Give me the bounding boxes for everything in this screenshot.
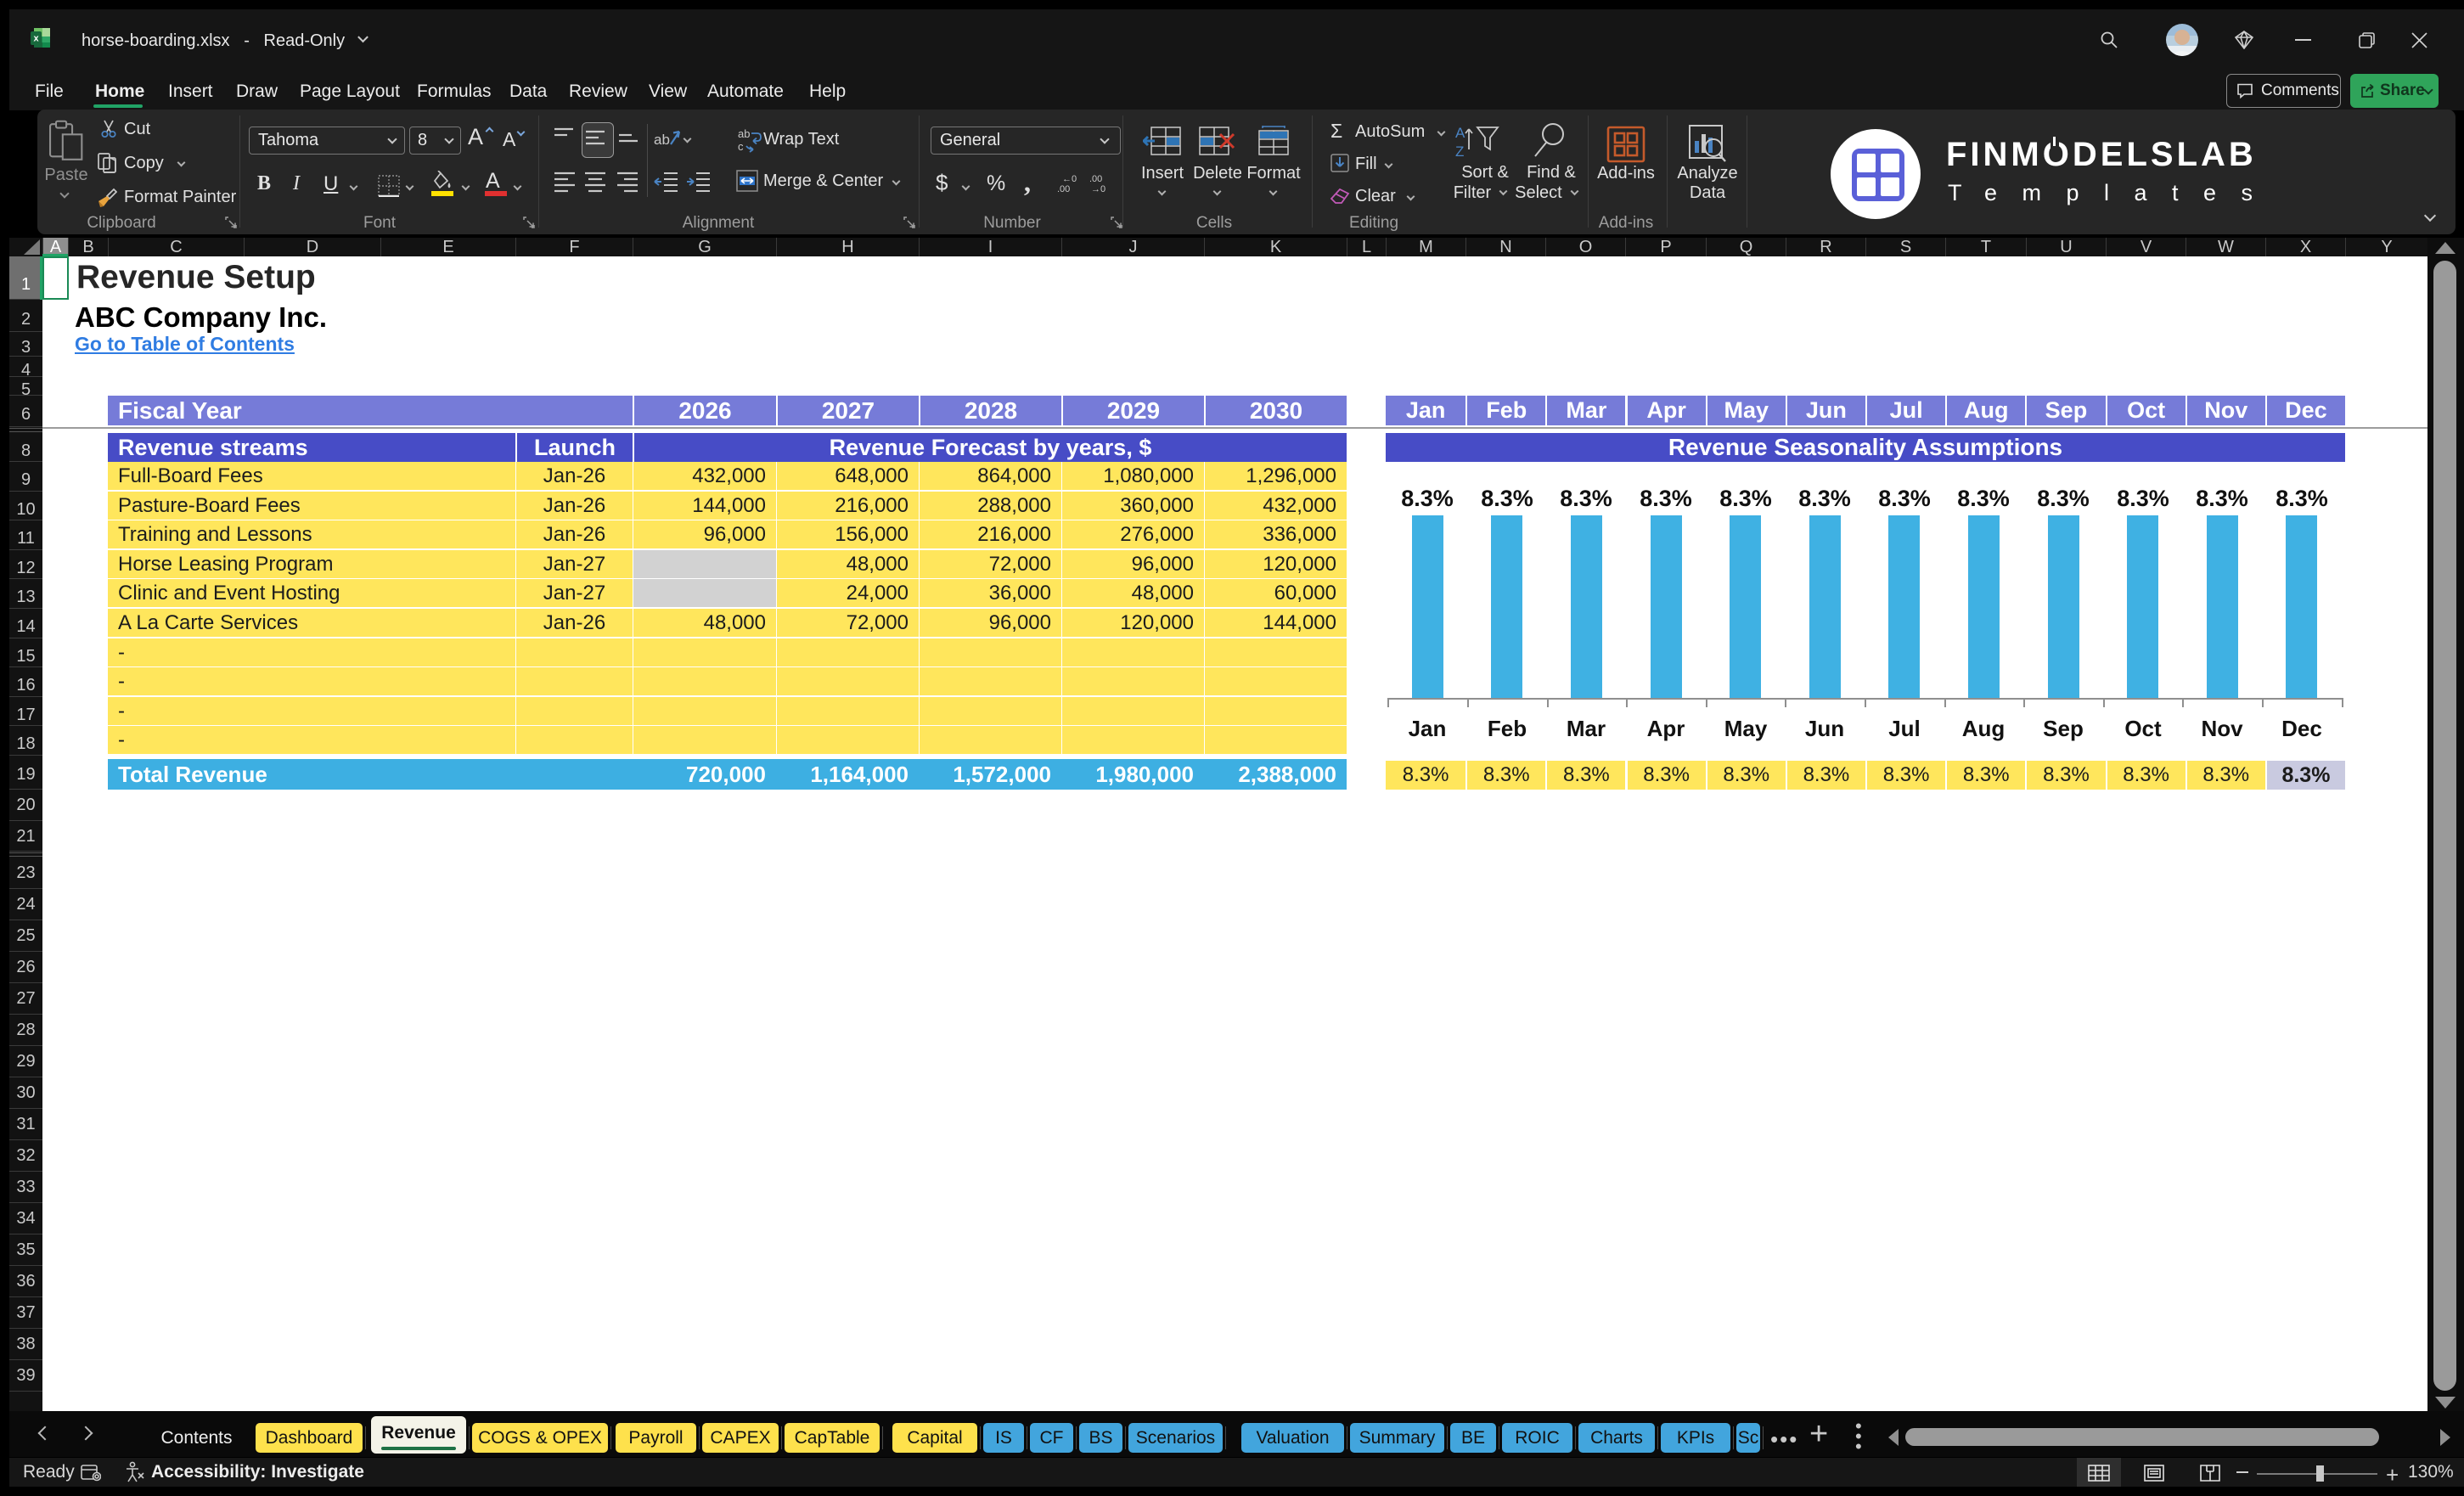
svg-text:x: x — [33, 34, 39, 44]
svg-text:←0: ←0 — [1062, 174, 1077, 184]
svg-text:Z: Z — [1455, 143, 1464, 158]
svg-text:c: c — [738, 140, 744, 153]
svg-text:A: A — [1455, 125, 1465, 141]
svg-text:.00: .00 — [1057, 184, 1070, 194]
svg-text:→0: →0 — [1091, 184, 1105, 194]
svg-text:ab: ab — [738, 127, 750, 140]
svg-text:.00: .00 — [1089, 174, 1102, 184]
svg-text:ab: ab — [654, 132, 670, 148]
